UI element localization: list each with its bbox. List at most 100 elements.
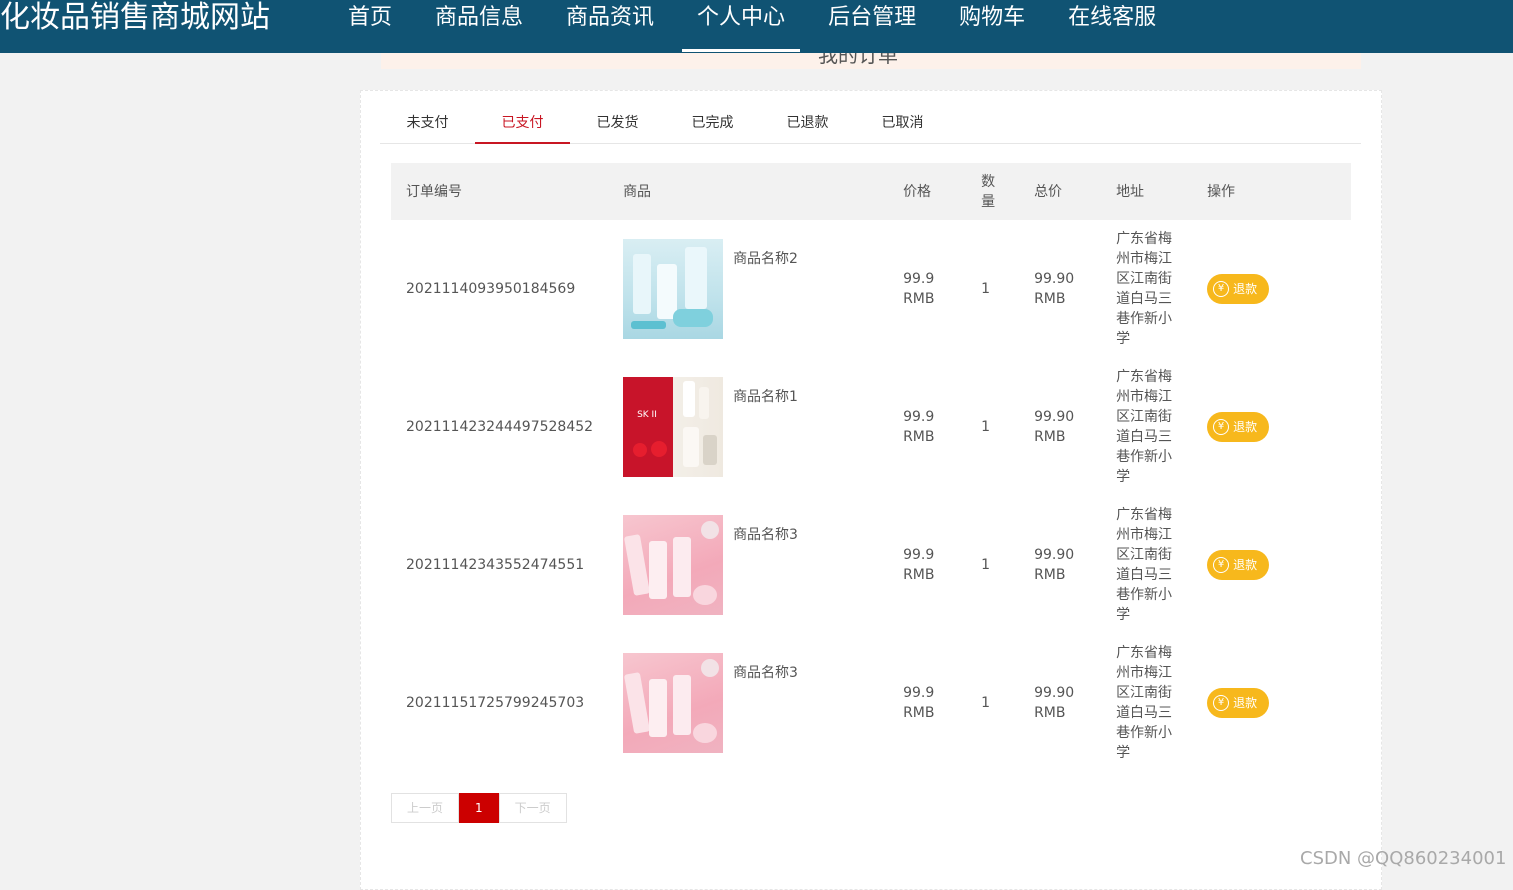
product-bottle-shape (683, 427, 700, 467)
total-price: 99.90 RMB (1034, 685, 1075, 721)
nav-item-customer-service[interactable]: 在线客服 (1053, 0, 1171, 36)
refund-button[interactable]: ¥ 退款 (1207, 688, 1270, 718)
product-image[interactable] (623, 239, 724, 339)
yen-icon: ¥ (1213, 695, 1230, 711)
table-row: 20211151725799245703 商品名称3 99.9 RMB 1 99… (391, 634, 1351, 772)
quantity: 1 (981, 281, 990, 297)
goods-cell: SK II 商品名称1 (608, 358, 888, 496)
badge-shape (701, 521, 720, 539)
product-name[interactable]: 商品名称3 (733, 525, 798, 545)
badge-shape (701, 659, 720, 677)
address: 广东省梅州市梅江区江南街道白马三巷作新小学 (1116, 231, 1173, 347)
header-qty: 数量 (966, 163, 1019, 220)
refund-button[interactable]: ¥ 退款 (1207, 274, 1270, 304)
header-address: 地址 (1116, 183, 1145, 200)
refund-button[interactable]: ¥ 退款 (1207, 412, 1270, 442)
nav-item-admin[interactable]: 后台管理 (813, 0, 931, 36)
product-bottle-shape (649, 541, 668, 599)
table-row: 20211142343552474551 商品名称3 99.9 RMB 1 99… (391, 496, 1351, 634)
pagination: 上一页 1 下一页 (391, 793, 567, 823)
table-header-row: 订单编号 商品 价格 数量 总价 地址 操作 (391, 163, 1351, 220)
product-bottle-shape (673, 537, 692, 597)
price: 99.9 RMB (903, 547, 935, 583)
address-cell: 广东省梅州市梅江区江南街道白马三巷作新小学 (1101, 358, 1192, 496)
top-navbar: 化妆品销售商城网站 首页 商品信息 商品资讯 个人中心 后台管理 购物车 在线客… (0, 0, 1513, 53)
yen-icon: ¥ (1213, 557, 1230, 573)
goods-cell: 商品名称3 (608, 496, 888, 634)
tab-paid[interactable]: 已支付 (475, 103, 570, 144)
refund-label: 退款 (1233, 282, 1258, 296)
goods-cell: 商品名称3 (608, 634, 888, 772)
product-image[interactable]: SK II (623, 377, 724, 477)
header-goods: 商品 (623, 183, 652, 200)
order-no: 20211142343552474551 (406, 557, 585, 573)
next-page-button[interactable]: 下一页 (498, 793, 567, 823)
order-no: 202111423244497528452 (406, 419, 594, 435)
prev-page-button[interactable]: 上一页 (391, 793, 460, 823)
product-bottle-shape (685, 247, 708, 309)
total-price: 99.90 RMB (1034, 409, 1075, 445)
quantity: 1 (981, 695, 990, 711)
header-order-no: 订单编号 (406, 183, 462, 200)
order-no: 2021114093950184569 (406, 281, 576, 297)
price: 99.9 RMB (903, 271, 935, 307)
product-name[interactable]: 商品名称1 (733, 387, 798, 407)
order-status-tabs: 未支付 已支付 已发货 已完成 已退款 已取消 (380, 103, 1361, 144)
refund-button[interactable]: ¥ 退款 (1207, 550, 1270, 580)
address: 广东省梅州市梅江区江南街道白马三巷作新小学 (1116, 645, 1173, 761)
nav-item-home[interactable]: 首页 (333, 0, 407, 36)
tab-cancelled[interactable]: 已取消 (855, 103, 950, 143)
refund-label: 退款 (1233, 696, 1258, 710)
product-tube-shape (623, 534, 651, 596)
address: 广东省梅州市梅江区江南街道白马三巷作新小学 (1116, 369, 1173, 485)
refund-label: 退款 (1233, 558, 1258, 572)
product-bottle-shape (633, 254, 652, 314)
product-jar-shape (633, 443, 648, 457)
section-title: 我的订单 (818, 53, 898, 67)
product-name[interactable]: 商品名称2 (733, 249, 798, 269)
price: 99.9 RMB (903, 409, 935, 445)
tab-refunded[interactable]: 已退款 (760, 103, 855, 143)
main-nav: 首页 商品信息 商品资讯 个人中心 后台管理 购物车 在线客服 (333, 0, 1184, 53)
product-jar-shape (693, 585, 718, 605)
site-title[interactable]: 化妆品销售商城网站 (0, 0, 270, 36)
yen-icon: ¥ (1213, 281, 1230, 297)
order-no: 20211151725799245703 (406, 695, 585, 711)
brand-mark: SK II (637, 410, 657, 420)
tab-completed[interactable]: 已完成 (665, 103, 760, 143)
product-jar-shape (651, 441, 668, 457)
product-jar-shape (673, 309, 714, 327)
section-header: 我的订单 (381, 53, 1361, 69)
orders-table: 订单编号 商品 价格 数量 总价 地址 操作 20211140939501845… (391, 163, 1351, 772)
table-row: 2021114093950184569 商品名称2 99.9 RMB 1 99.… (391, 220, 1351, 358)
nav-item-cart[interactable]: 购物车 (944, 0, 1040, 36)
total-price: 99.90 RMB (1034, 547, 1075, 583)
product-image[interactable] (623, 515, 724, 615)
address: 广东省梅州市梅江区江南街道白马三巷作新小学 (1116, 507, 1173, 623)
product-tube-shape (623, 672, 651, 734)
product-bottle-shape (673, 675, 692, 735)
header-action: 操作 (1207, 183, 1236, 200)
product-bottle-shape (683, 381, 696, 417)
table-row: 202111423244497528452 SK II 商品名称1 99.9 R… (391, 358, 1351, 496)
nav-item-goods-info[interactable]: 商品信息 (420, 0, 538, 36)
address-cell: 广东省梅州市梅江区江南街道白马三巷作新小学 (1101, 220, 1192, 358)
price: 99.9 RMB (903, 685, 935, 721)
tab-shipped[interactable]: 已发货 (570, 103, 665, 143)
quantity: 1 (981, 419, 990, 435)
nav-item-personal-center[interactable]: 个人中心 (682, 0, 801, 52)
total-price: 99.90 RMB (1034, 271, 1075, 307)
goods-cell: 商品名称2 (608, 220, 888, 358)
product-bottle-shape (703, 435, 718, 465)
product-name[interactable]: 商品名称3 (733, 663, 798, 683)
header-total: 总价 (1034, 183, 1063, 200)
product-tube-shape (631, 321, 667, 329)
nav-item-goods-news[interactable]: 商品资讯 (551, 0, 669, 36)
action-cell: ¥ 退款 (1192, 220, 1351, 358)
action-cell: ¥ 退款 (1192, 496, 1351, 634)
address-cell: 广东省梅州市梅江区江南街道白马三巷作新小学 (1101, 496, 1192, 634)
header-qty-label: 数量 (981, 173, 996, 210)
current-page-button[interactable]: 1 (459, 793, 499, 823)
tab-unpaid[interactable]: 未支付 (380, 103, 475, 143)
product-image[interactable] (623, 653, 724, 753)
